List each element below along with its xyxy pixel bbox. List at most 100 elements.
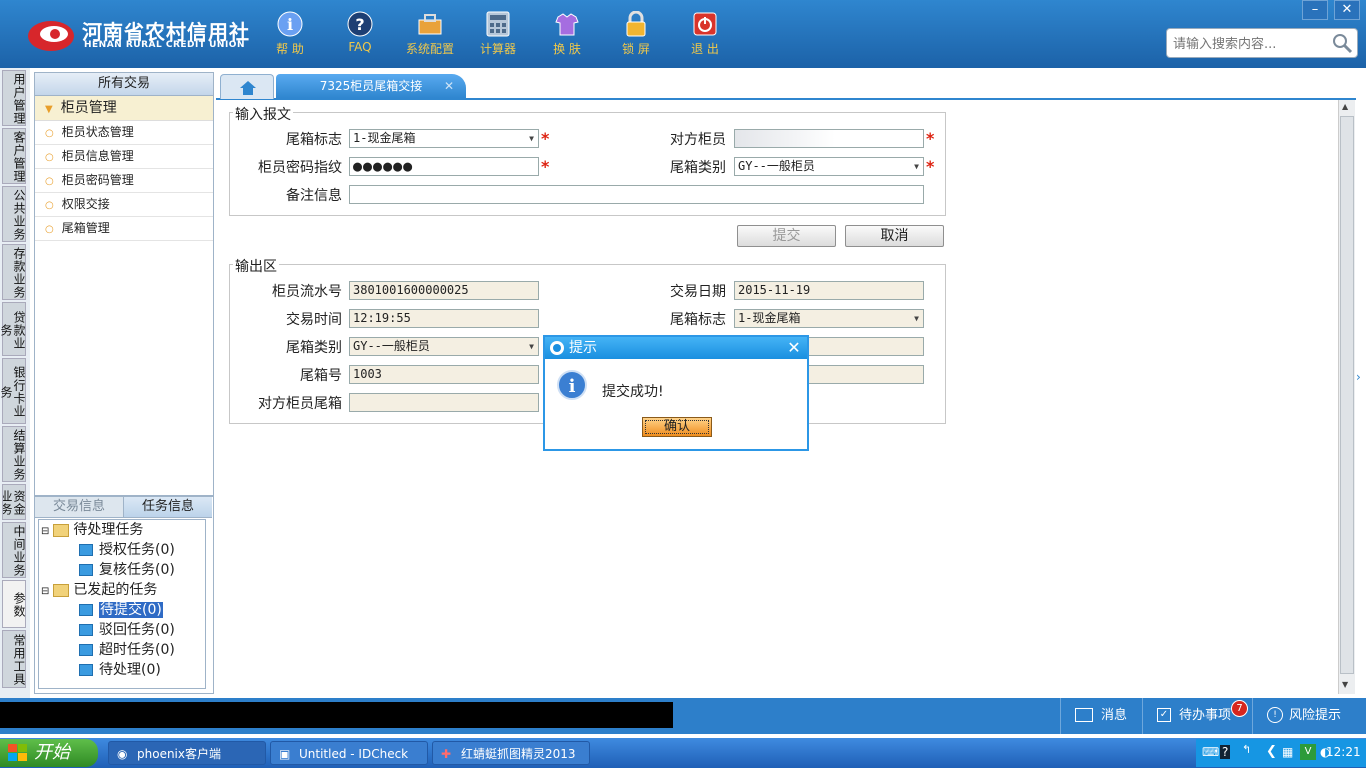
remark-input[interactable] (349, 185, 924, 204)
vtab-intermediate-business[interactable]: 中间业务 (2, 522, 26, 578)
skin-label: 换 肤 (553, 42, 581, 56)
vtab-fund-business[interactable]: 资金业务 (2, 484, 26, 520)
required-mark: * (926, 157, 935, 176)
help-button[interactable]: i 帮 助 (255, 8, 325, 64)
password-input[interactable]: ●●●●●● (349, 157, 539, 176)
faq-button[interactable]: ? FAQ (325, 8, 395, 64)
task-screenshot-tool[interactable]: ✚ 红蜻蜓抓图精灵2013 (432, 741, 590, 765)
tree-item-to-process[interactable]: 待处理(0) (79, 660, 161, 680)
tab-tail-box-handover[interactable]: 7325柜员尾箱交接 ✕ (276, 74, 466, 98)
todo-button[interactable]: ✓ 待办事项 7 (1142, 698, 1252, 734)
tail-flag-select[interactable]: 1-现金尾箱 (349, 129, 539, 148)
search-input[interactable] (1171, 33, 1325, 55)
vtab-common-tools[interactable]: 常用工具 (2, 630, 26, 688)
tab-home[interactable] (220, 74, 274, 99)
svg-text:?: ? (355, 15, 364, 34)
task-label: phoenix客户端 (137, 747, 221, 761)
close-tab-icon[interactable]: ✕ (444, 74, 454, 98)
tree-group-initiated[interactable]: ⊟ 已发起的任务 (41, 580, 157, 600)
tail-flag-label: 尾箱标志 (286, 132, 342, 148)
side-expand-icon[interactable]: › (1356, 370, 1366, 410)
prompt-dialog: 提示 ✕ i 提交成功! 确认 (543, 335, 809, 451)
vtab-bank-card-business[interactable]: 银行卡业务 (0, 358, 26, 424)
bullet-icon: ○ (45, 176, 54, 187)
minimize-button[interactable]: – (1302, 0, 1328, 20)
calculator-button[interactable]: 计算器 (463, 8, 533, 64)
tab-label: 7325柜员尾箱交接 (319, 79, 423, 93)
menu-item-label: 柜员状态管理 (61, 125, 134, 139)
cancel-button[interactable]: 取消 (845, 225, 944, 247)
search-icon[interactable] (1331, 32, 1353, 54)
tree-item-to-submit[interactable]: 待提交(0) (79, 600, 163, 620)
skin-button[interactable]: 换 肤 (532, 8, 602, 64)
counter-tail-value (349, 393, 539, 412)
tree-item-review-tasks[interactable]: 复核任务(0) (79, 560, 175, 580)
tree-item-timeout[interactable]: 超时任务(0) (79, 640, 175, 660)
tail-type-label: 尾箱类别 (670, 160, 726, 176)
scroll-down-icon[interactable]: ▼ (1342, 680, 1348, 689)
task-idcheck[interactable]: ▣ Untitled - IDCheck (270, 741, 428, 765)
vtab-deposit-business[interactable]: 存款业务 (2, 244, 26, 300)
tray-arrow-icon[interactable]: ↰ (1242, 743, 1251, 756)
lock-screen-button[interactable]: 锁 屏 (601, 8, 671, 64)
menu-item-teller-info[interactable]: ○ 柜员信息管理 (35, 145, 213, 169)
start-button[interactable]: 开始 (0, 739, 98, 767)
bullet-icon: ○ (45, 128, 54, 139)
tree-item-rejected[interactable]: 驳回任务(0) (79, 620, 175, 640)
svg-text:i: i (287, 15, 293, 34)
counter-teller-input[interactable] (734, 129, 924, 148)
menu-item-permission-handover[interactable]: ○ 权限交接 (35, 193, 213, 217)
risk-alert-button[interactable]: ! 风险提示 (1252, 698, 1366, 734)
collapse-icon[interactable]: ⊟ (41, 586, 49, 597)
app-icon: ◉ (117, 747, 128, 761)
vtab-public-business[interactable]: 公共业务 (2, 186, 26, 242)
menu-item-teller-status[interactable]: ○ 柜员状态管理 (35, 121, 213, 145)
close-window-button[interactable]: ✕ (1334, 0, 1360, 20)
toolbox-icon (416, 10, 444, 38)
app-header: 河南省农村信用社 HENAN RURAL CREDIT UNION i 帮 助 … (0, 0, 1366, 68)
collapse-icon[interactable]: ⊟ (41, 526, 49, 537)
task-phoenix-client[interactable]: ◉ phoenix客户端 (108, 741, 266, 765)
submit-button[interactable]: 提交 (737, 225, 836, 247)
exit-button[interactable]: 退 出 (670, 8, 740, 64)
dialog-close-icon[interactable]: ✕ (785, 337, 803, 359)
tab-strip: 7325柜员尾箱交接 ✕ (216, 72, 1356, 100)
lock-screen-label: 锁 屏 (622, 42, 650, 56)
tail-type-select[interactable]: GY--一般柜员 (734, 157, 924, 176)
menu-item-teller-password[interactable]: ○ 柜员密码管理 (35, 169, 213, 193)
bullet-icon: ○ (45, 224, 54, 235)
vtab-settlement-business[interactable]: 结算业务 (2, 426, 26, 482)
menu-header: 所有交易 (35, 73, 213, 96)
task-tree: ⊟ 待处理任务 授权任务(0) 复核任务(0) ⊟ 已发起的任务 待提交(0) 驳回… (38, 519, 206, 689)
system-config-button[interactable]: 系统配置 (395, 8, 465, 64)
help-tray-icon[interactable]: ? (1220, 745, 1231, 759)
network-icon[interactable]: ▦ (1282, 745, 1293, 759)
clock: 12:21 (1326, 745, 1361, 759)
vtab-parameters[interactable]: 参数 (2, 580, 26, 628)
vtab-user-management[interactable]: 用户管理 (2, 70, 26, 126)
tail-no-value: 1003 (349, 365, 539, 384)
keyboard-icon[interactable]: ⌨ (1202, 745, 1219, 759)
vtab-customer-management[interactable]: 客户管理 (2, 128, 26, 184)
tab-trade-info[interactable]: 交易信息 (35, 497, 124, 518)
mail-icon (1075, 707, 1093, 722)
tree-item-label: 超时任务(0) (99, 642, 175, 658)
messages-button[interactable]: 消息 (1060, 698, 1142, 734)
antivirus-icon[interactable]: V (1300, 744, 1316, 760)
dialog-confirm-button[interactable]: 确认 (642, 417, 712, 437)
scroll-up-icon[interactable]: ▲ (1342, 102, 1348, 111)
tab-task-info[interactable]: 任务信息 (124, 497, 212, 518)
menu-item-tail-box-management[interactable]: ○ 尾箱管理 (35, 217, 213, 241)
shirt-icon (553, 10, 581, 38)
tree-group-pending[interactable]: ⊟ 待处理任务 (41, 520, 143, 540)
dialog-message: 提交成功! (602, 384, 664, 400)
vtab-loan-business[interactable]: 贷款业务 (0, 302, 26, 356)
lock-icon (622, 10, 650, 38)
out-tail-flag-select[interactable]: 1-现金尾箱 (734, 309, 924, 328)
tree-item-auth-tasks[interactable]: 授权任务(0) (79, 540, 175, 560)
scroll-thumb[interactable] (1340, 116, 1354, 674)
menu-group-teller-management[interactable]: ▼ 柜员管理 (35, 96, 213, 121)
expand-tray-icon[interactable]: ❮ (1266, 744, 1277, 759)
vertical-scrollbar[interactable]: ▲ ▼ (1338, 100, 1355, 694)
out-tail-type-select[interactable]: GY--一般柜员 (349, 337, 539, 356)
